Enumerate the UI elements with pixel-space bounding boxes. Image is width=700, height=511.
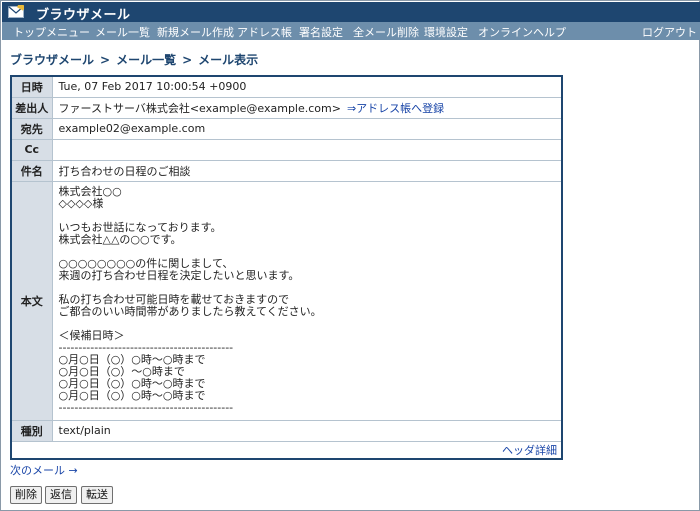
delete-button[interactable]: 削除: [10, 486, 42, 504]
nav-online-help[interactable]: オンラインヘルプ: [478, 24, 566, 40]
breadcrumb-separator: >: [182, 53, 193, 67]
nav-signature-settings[interactable]: 署名設定: [299, 24, 343, 40]
envelope-icon: [8, 5, 24, 18]
breadcrumb-separator: >: [100, 53, 111, 67]
type-label: 種別: [10, 419, 53, 442]
header-detail-row: ヘッダ詳細: [11, 441, 562, 459]
to-row: 宛先 example02@example.com: [10, 117, 563, 140]
add-to-address-book-link[interactable]: ⇒アドレス帳へ登録: [347, 102, 444, 115]
nav-new-mail[interactable]: 新規メール作成: [157, 24, 234, 40]
date-label: 日時: [10, 75, 53, 98]
from-cell: ファーストサーバ株式会社<example@example.com> ⇒アドレス帳へ…: [51, 96, 563, 119]
nav-address-book[interactable]: アドレス帳: [237, 24, 292, 40]
cc-value: [51, 138, 563, 161]
reply-button[interactable]: 返信: [45, 486, 77, 504]
body-value: 株式会社○○ ◇◇◇◇様 いつもお世話になっております。 株式会社△△の○○です…: [51, 180, 563, 421]
subject-label: 件名: [10, 159, 53, 182]
subject-row: 件名 打ち合わせの日程のご相談: [10, 159, 563, 182]
nav-mail-list[interactable]: メール一覧: [95, 24, 150, 40]
breadcrumb-browser-mail[interactable]: ブラウザメール: [10, 53, 94, 67]
from-label: 差出人: [10, 96, 53, 119]
date-value: Tue, 07 Feb 2017 10:00:54 +0900: [51, 75, 563, 98]
body-label: 本文: [10, 180, 53, 421]
subject-value: 打ち合わせの日程のご相談: [51, 159, 563, 182]
breadcrumb: ブラウザメール > メール一覧 > メール表示: [10, 51, 258, 68]
from-value: ファーストサーバ株式会社<example@example.com>: [58, 101, 341, 115]
to-value: example02@example.com: [51, 117, 563, 140]
forward-button[interactable]: 転送: [81, 486, 113, 504]
to-label: 宛先: [10, 117, 53, 140]
breadcrumb-mail-view: メール表示: [198, 53, 259, 67]
next-mail-link[interactable]: 次のメール →: [10, 462, 78, 478]
header-detail-link[interactable]: ヘッダ詳細: [11, 441, 562, 459]
type-value: text/plain: [51, 419, 563, 442]
cc-row: Cc: [10, 138, 563, 161]
title-bar: ブラウザメール: [2, 2, 700, 23]
date-row: 日時 Tue, 07 Feb 2017 10:00:54 +0900: [10, 75, 563, 98]
nav-delete-all-mail[interactable]: 全メール削除: [353, 24, 419, 40]
breadcrumb-mail-list[interactable]: メール一覧: [116, 53, 176, 67]
nav-top-menu[interactable]: トップメニュー: [13, 24, 90, 40]
body-row: 本文 株式会社○○ ◇◇◇◇様 いつもお世話になっております。 株式会社△△の○…: [10, 180, 563, 421]
type-row: 種別 text/plain: [10, 419, 563, 442]
nav-bar: トップメニュー メール一覧 新規メール作成 アドレス帳 署名設定 全メール削除 …: [2, 22, 700, 40]
cc-label: Cc: [10, 138, 53, 161]
nav-logout[interactable]: ログアウト: [642, 24, 697, 40]
app-window: ブラウザメール トップメニュー メール一覧 新規メール作成 アドレス帳 署名設定…: [0, 0, 700, 511]
mail-detail-table: 日時 Tue, 07 Feb 2017 10:00:54 +0900 差出人 フ…: [10, 75, 563, 460]
app-title: ブラウザメール: [36, 8, 131, 23]
from-row: 差出人 ファーストサーバ株式会社<example@example.com> ⇒アド…: [10, 96, 563, 119]
nav-environment-settings[interactable]: 環境設定: [424, 24, 468, 40]
